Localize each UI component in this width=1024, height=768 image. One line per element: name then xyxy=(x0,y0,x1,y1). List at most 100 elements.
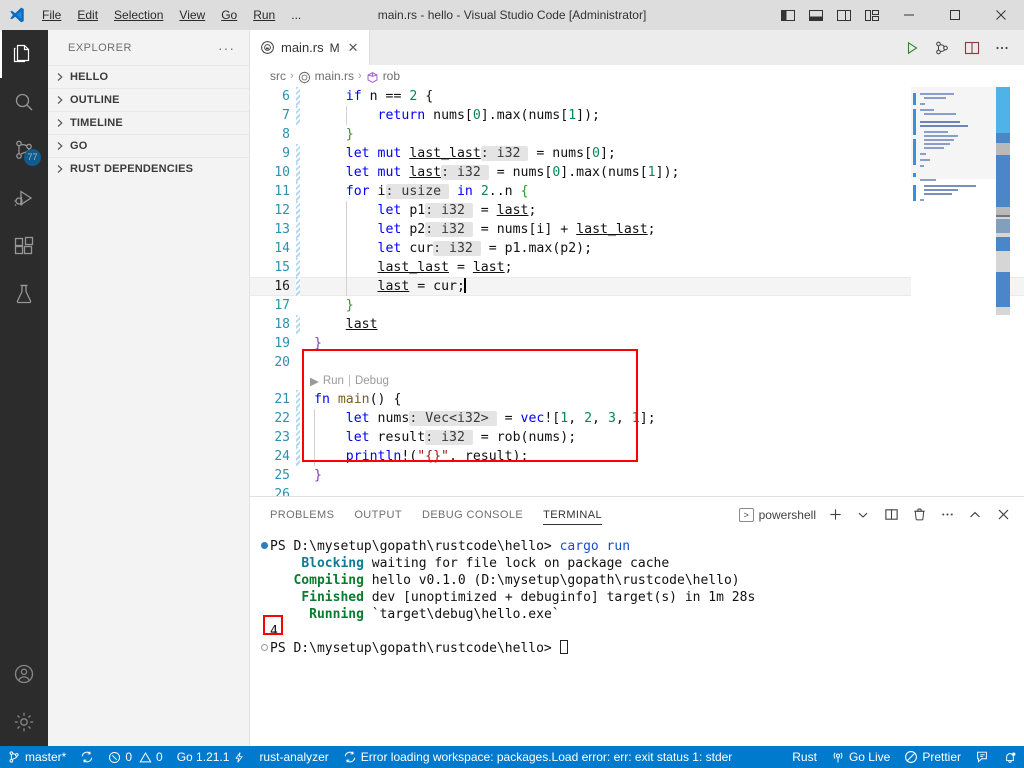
toggle-panel-icon[interactable] xyxy=(802,0,830,30)
sidebar-more-actions-icon[interactable]: ··· xyxy=(212,40,241,56)
vscode-window: File Edit Selection View Go Run ... main… xyxy=(0,0,1024,768)
status-language-mode[interactable]: Rust xyxy=(785,746,824,768)
activity-accounts[interactable] xyxy=(0,650,48,698)
terminal-selector[interactable]: > powershell xyxy=(737,507,820,522)
code-line: 26 xyxy=(250,485,1024,496)
status-rust-analyzer[interactable]: rust-analyzer xyxy=(252,746,335,768)
menu-view[interactable]: View xyxy=(171,4,213,26)
chevron-right-icon xyxy=(52,95,68,105)
editor-more-actions-icon[interactable] xyxy=(988,34,1016,62)
status-problems[interactable]: 0 0 xyxy=(101,746,169,768)
status-go-live[interactable]: Go Live xyxy=(824,746,897,768)
sidebar-item-outline[interactable]: OUTLINE xyxy=(48,88,249,111)
sidebar-item-go[interactable]: GO xyxy=(48,134,249,157)
activity-explorer[interactable] xyxy=(0,30,48,78)
panel-tab-bar: PROBLEMS OUTPUT DEBUG CONSOLE TERMINAL >… xyxy=(250,497,1024,532)
terminal-output[interactable]: PS D:\mysetup\gopath\rustcode\hello> car… xyxy=(250,532,1024,746)
chevron-right-icon xyxy=(52,118,68,128)
git-modified-marker xyxy=(296,106,300,125)
breadcrumb-label: src xyxy=(270,69,286,83)
split-terminal-icon[interactable] xyxy=(878,502,904,528)
panel-more-actions-icon[interactable] xyxy=(934,502,960,528)
code-line: 10 let mut last: i32 = nums[0].max(nums[… xyxy=(250,163,1024,182)
status-workspace-error[interactable]: Error loading workspace: packages.Load e… xyxy=(336,746,740,768)
split-editor-icon[interactable] xyxy=(958,34,986,62)
breadcrumb-src[interactable]: src xyxy=(270,69,286,83)
workbench-body: 77 EXPLORER ··· HELLO OUTLINE TIMELINE G… xyxy=(0,30,1024,746)
terminal-prompt: PS D:\mysetup\gopath\rustcode\hello> xyxy=(270,539,560,554)
sidebar-item-rust-dependencies[interactable]: RUST DEPENDENCIES xyxy=(48,157,249,180)
run-and-debug-icon[interactable] xyxy=(928,34,956,62)
status-notifications[interactable] xyxy=(996,746,1024,768)
broadcast-icon xyxy=(833,752,843,763)
source-control-branch-icon xyxy=(9,751,19,763)
menu-go[interactable]: Go xyxy=(213,4,245,26)
activity-source-control[interactable]: 77 xyxy=(0,126,48,174)
panel-tab-terminal[interactable]: TERMINAL xyxy=(543,497,602,532)
menu-bar: File Edit Selection View Go Run ... xyxy=(34,0,309,30)
prettier-icon xyxy=(905,751,918,763)
status-prettier[interactable]: Prettier xyxy=(897,746,968,768)
activity-manage-settings[interactable] xyxy=(0,698,48,746)
play-icon: ▶ xyxy=(310,376,319,388)
terminal-line: PS D:\mysetup\gopath\rustcode\hello> xyxy=(250,640,1024,657)
code-editor[interactable]: 6 if n == 2 { 7 return nums[0].max(nums[… xyxy=(250,87,1024,496)
overview-ruler[interactable] xyxy=(996,87,1010,496)
tab-main-rs[interactable]: main.rs M ✕ xyxy=(250,30,370,65)
line-number: 18 xyxy=(274,317,290,332)
activity-run-and-debug[interactable] xyxy=(0,174,48,222)
run-code-icon[interactable] xyxy=(898,34,926,62)
status-rust-analyzer-label: rust-analyzer xyxy=(259,750,329,764)
tab-close-icon[interactable]: ✕ xyxy=(348,40,359,56)
menu-edit[interactable]: Edit xyxy=(69,4,106,26)
activity-search[interactable] xyxy=(0,78,48,126)
code-line: 6 if n == 2 { xyxy=(250,87,1024,106)
sidebar-item-timeline[interactable]: TIMELINE xyxy=(48,111,249,134)
status-branch[interactable]: master* xyxy=(0,746,73,768)
status-warning-count: 0 xyxy=(156,750,163,764)
close-panel-icon[interactable] xyxy=(990,502,1016,528)
title-bar-actions xyxy=(774,0,1024,30)
sidebar-item-hello[interactable]: HELLO xyxy=(48,65,249,88)
code-line: 8 } xyxy=(250,125,1024,144)
codelens-run-link[interactable]: Run xyxy=(323,375,344,387)
bottom-panel: PROBLEMS OUTPUT DEBUG CONSOLE TERMINAL >… xyxy=(250,496,1024,746)
code-line: 13 let p2: i32 = nums[i] + last_last; xyxy=(250,220,1024,239)
git-modified-marker xyxy=(296,220,300,239)
status-sync[interactable] xyxy=(73,746,101,768)
line-number: 12 xyxy=(274,203,290,218)
codelens-debug-link[interactable]: Debug xyxy=(355,375,389,387)
line-number: 11 xyxy=(274,184,290,199)
menu-file[interactable]: File xyxy=(34,4,69,26)
new-terminal-icon[interactable] xyxy=(822,502,848,528)
panel-tab-problems[interactable]: PROBLEMS xyxy=(270,497,334,532)
symbol-function-icon xyxy=(366,69,379,84)
terminal-status-blocking: Blocking xyxy=(301,556,364,571)
breadcrumb-main-rs[interactable]: main.rs xyxy=(298,69,354,84)
chevron-right-icon xyxy=(52,164,68,174)
code-line: 24 println!("{}", result); xyxy=(250,447,1024,466)
menu-run[interactable]: Run xyxy=(245,4,283,26)
menu-more[interactable]: ... xyxy=(283,4,309,26)
window-close-button[interactable] xyxy=(978,0,1024,30)
kill-terminal-icon[interactable] xyxy=(906,502,932,528)
customize-layout-icon[interactable] xyxy=(858,0,886,30)
git-modified-marker xyxy=(296,428,300,447)
status-go-version-label: Go 1.21.1 xyxy=(176,750,230,764)
window-minimize-button[interactable] xyxy=(886,0,932,30)
breadcrumb-rob[interactable]: rob xyxy=(366,69,400,84)
toggle-secondary-sidebar-icon[interactable] xyxy=(830,0,858,30)
activity-testing[interactable] xyxy=(0,270,48,318)
minimap[interactable] xyxy=(911,87,1010,496)
panel-tab-output[interactable]: OUTPUT xyxy=(354,497,402,532)
activity-extensions[interactable] xyxy=(0,222,48,270)
status-feedback[interactable] xyxy=(968,746,996,768)
terminal-dropdown-icon[interactable] xyxy=(850,502,876,528)
panel-tab-debug-console[interactable]: DEBUG CONSOLE xyxy=(422,497,523,532)
maximize-panel-icon[interactable] xyxy=(962,502,988,528)
vscode-logo-icon xyxy=(0,0,34,30)
status-go-version[interactable]: Go 1.21.1 xyxy=(170,746,253,768)
toggle-primary-sidebar-icon[interactable] xyxy=(774,0,802,30)
window-maximize-button[interactable] xyxy=(932,0,978,30)
menu-selection[interactable]: Selection xyxy=(106,4,171,26)
